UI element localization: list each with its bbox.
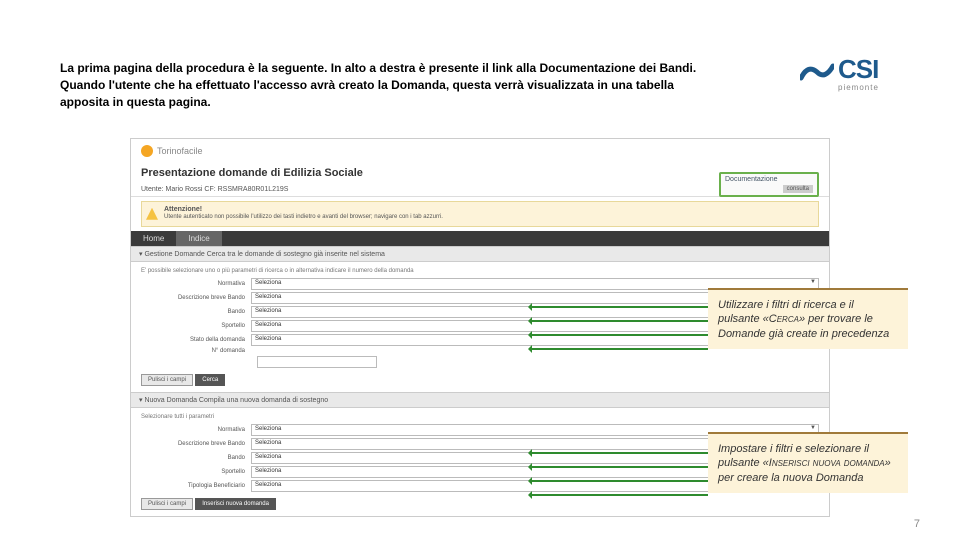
form-label: Sportello <box>141 469 251 475</box>
form-label: Descrizione breve Bando <box>141 295 251 301</box>
arrow-icon <box>530 306 708 308</box>
arrow-icon <box>530 320 708 322</box>
callout-new: Impostare i filtri e selezionare il puls… <box>708 432 908 493</box>
tab-indice[interactable]: Indice <box>176 231 221 246</box>
form-label: Tipologia Beneficiario <box>141 483 251 489</box>
logo-sub-text: piemonte <box>838 83 879 92</box>
documentation-label: Documentazione <box>725 176 813 183</box>
logo-main-text: CSI <box>838 54 879 85</box>
warning-title: Attenzione! <box>164 206 443 214</box>
search-button[interactable]: Cerca <box>195 374 225 386</box>
brand-bar: Torinofacile <box>131 139 829 163</box>
page-number: 7 <box>914 518 920 530</box>
num-domanda-input[interactable] <box>257 356 377 368</box>
documentation-button[interactable]: consulta <box>783 185 813 193</box>
arrow-icon <box>530 466 708 468</box>
arrow-icon <box>530 494 708 496</box>
brand-icon <box>141 145 153 157</box>
search-section-head[interactable]: ▾ Gestione Domande Cerca tra le domande … <box>131 246 829 262</box>
logo-wave-icon <box>800 58 834 88</box>
arrow-icon <box>530 452 708 454</box>
documentation-box[interactable]: Documentazione consulta <box>719 172 819 197</box>
warning-banner: Attenzione! Utente autenticato non possi… <box>141 201 819 227</box>
form-label: Descrizione breve Bando <box>141 441 251 447</box>
warning-body: Utente autenticato non possibile l'utili… <box>164 214 443 221</box>
brand-text: Torinofacile <box>157 146 203 156</box>
form-label: Stato della domanda <box>141 337 251 343</box>
csi-logo: CSI piemonte <box>800 54 920 92</box>
warning-icon <box>146 208 158 220</box>
form-label: Sportello <box>141 323 251 329</box>
arrow-icon <box>530 334 708 336</box>
intro-paragraph: La prima pagina della procedura è la seg… <box>60 60 720 110</box>
clear-search-button[interactable]: Pulisci i campi <box>141 374 193 386</box>
tab-home[interactable]: Home <box>131 231 176 246</box>
new-section-head[interactable]: ▾ Nuova Domanda Compila una nuova domand… <box>131 392 829 408</box>
nav-tabs: Home Indice <box>131 231 829 246</box>
form-label: Bando <box>141 309 251 315</box>
form-label: Bando <box>141 455 251 461</box>
clear-new-button[interactable]: Pulisci i campi <box>141 498 193 510</box>
new-hint: Selezionare tutti i parametri <box>141 414 819 420</box>
form-label: Normativa <box>141 427 251 433</box>
search-hint: E' possibile selezionare uno o più param… <box>141 268 819 274</box>
callout-search: Utilizzare i filtri di ricerca e il puls… <box>708 288 908 349</box>
form-label: Normativa <box>141 281 251 287</box>
num-domanda-label: N° domanda <box>141 348 251 354</box>
insert-button[interactable]: Inserisci nuova domanda <box>195 498 276 510</box>
arrow-icon <box>530 348 708 350</box>
arrow-icon <box>530 480 708 482</box>
